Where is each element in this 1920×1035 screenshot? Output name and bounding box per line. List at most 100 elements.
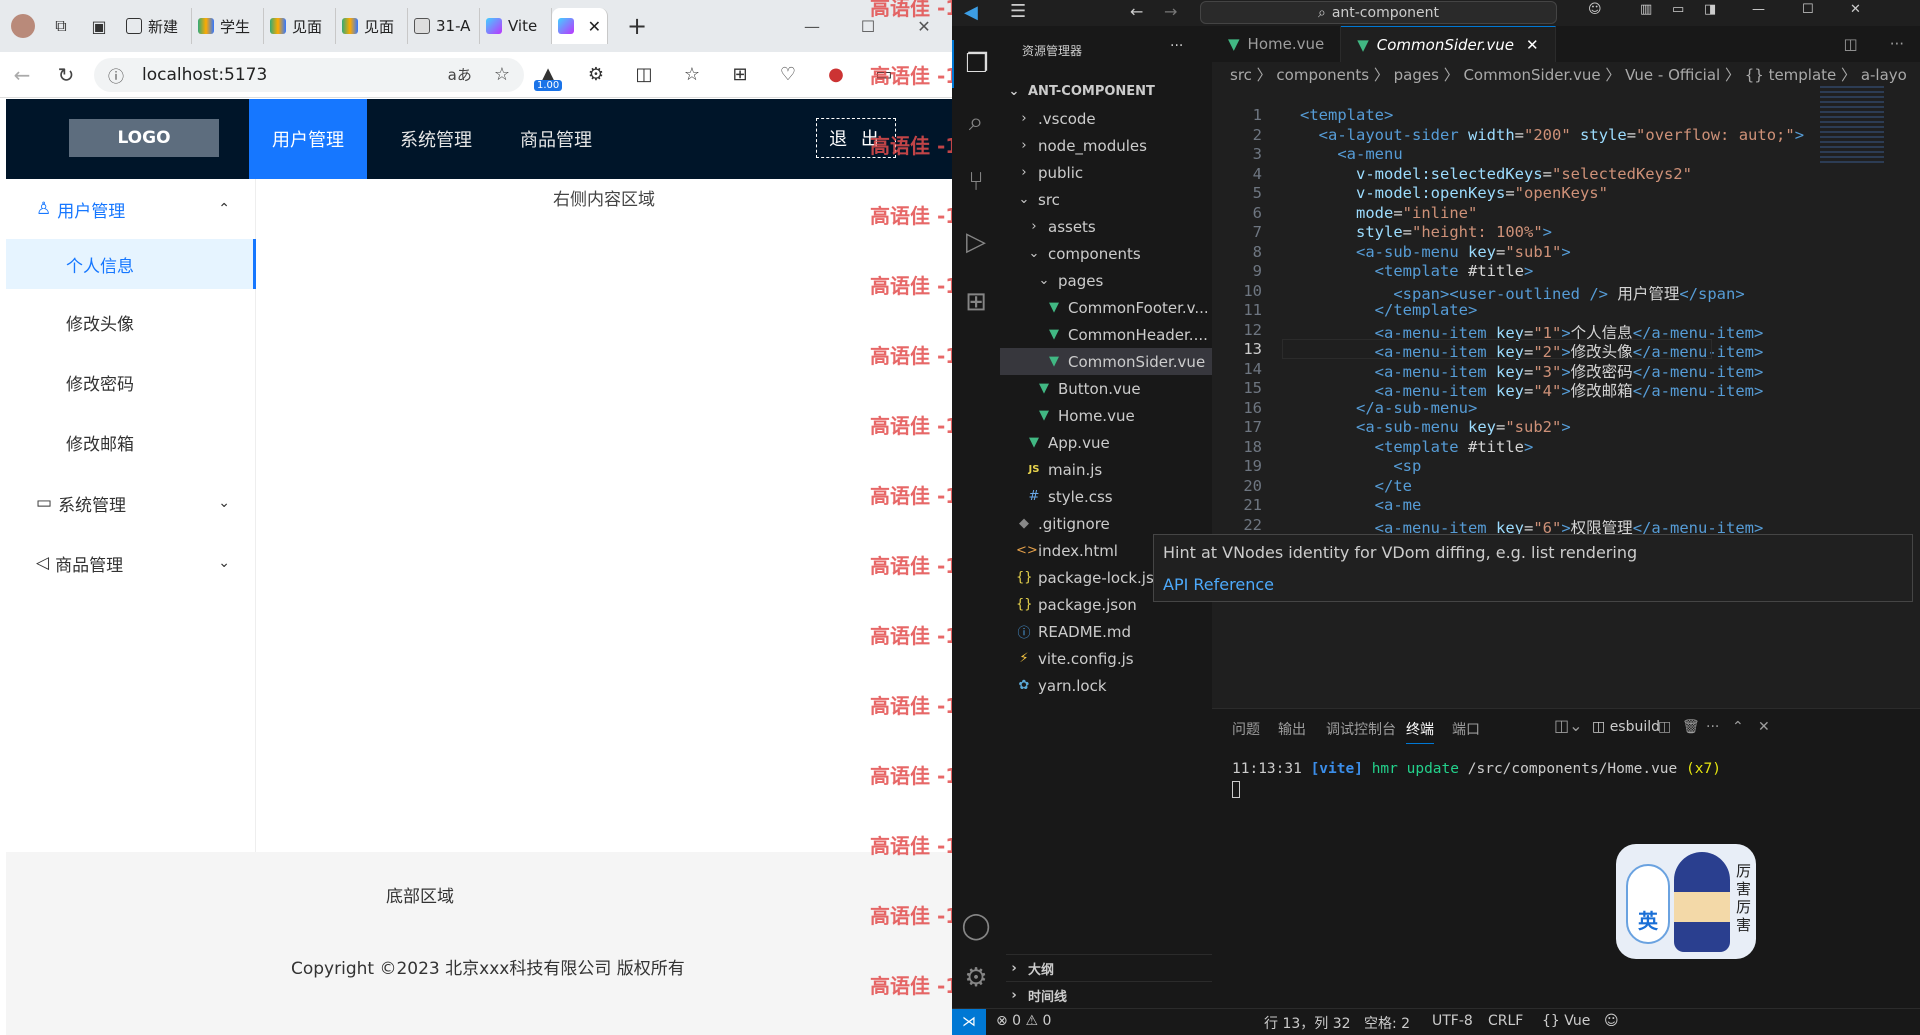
cursor-position[interactable]: 行 13，列 32 [1264,1013,1351,1033]
tree-folder[interactable]: › assets [1026,213,1095,240]
more-actions-icon[interactable]: ··· [1170,38,1183,54]
favorites-icon[interactable]: ☆ [668,64,716,85]
tree-folder[interactable]: › .vscode [1016,105,1095,132]
notification-icon[interactable]: ● [812,64,860,85]
account-icon[interactable]: ◯ [952,902,1000,950]
tree-folder[interactable]: ⌄ src [1016,186,1060,213]
tree-folder[interactable]: ⌄ components [1026,240,1141,267]
code-line[interactable]: </template> [1300,301,1478,319]
tree-file[interactable]: ▼ Button.vue [1036,375,1141,402]
split-terminal-icon[interactable]: ◫ [1658,719,1671,735]
code-line[interactable]: <a-sub-menu key="sub1"> [1300,243,1571,261]
menu-item-email[interactable]: 修改邮箱 [6,417,256,467]
minimize-icon[interactable]: — [1752,2,1765,17]
code-line[interactable]: <a-menu [1300,145,1402,163]
browser-tab[interactable]: 见面 [264,8,336,44]
profile-avatar[interactable] [8,11,38,41]
new-tab-icon[interactable]: + [622,11,652,41]
tab-home-vue[interactable]: ▼ Home.vue [1212,26,1342,62]
panel-icon[interactable]: ▭ [1672,2,1684,17]
tree-file[interactable]: ✿ yarn.lock [1016,672,1107,699]
line-ending[interactable]: CRLF [1488,1013,1523,1029]
api-reference-link[interactable]: API Reference [1163,575,1274,594]
url-field[interactable]: ⓘ localhost:5173 aあ ☆ [94,57,524,92]
run-debug-icon[interactable]: ▷ [952,218,1000,266]
tree-file[interactable]: ▼ App.vue [1026,429,1110,456]
workspaces-icon[interactable]: ⧉ [46,11,76,41]
favorite-star-icon[interactable]: ☆ [494,64,510,85]
code-line[interactable]: <a-me [1300,496,1422,514]
minimize-icon[interactable]: — [784,17,840,36]
collections-icon[interactable]: ⊞ [716,64,764,85]
search-icon[interactable]: ⌕ [952,98,1000,146]
menu-item-avatar[interactable]: 修改头像 [6,297,256,347]
command-center[interactable]: ⌕ ant-component [1200,1,1557,24]
browser-tab[interactable]: 学生 [192,8,264,44]
problems-count[interactable]: ⊗ 0 ⚠ 0 [996,1013,1051,1029]
split-editor-icon[interactable]: ◫ [1828,26,1874,62]
tree-folder[interactable]: › public [1016,159,1083,186]
tree-folder[interactable]: ⌄ pages [1036,267,1104,294]
extensions-icon[interactable]: ⊞ [952,278,1000,326]
indentation[interactable]: 空格: 2 [1364,1013,1410,1033]
encoding[interactable]: UTF-8 [1432,1013,1473,1029]
back-icon[interactable]: ← [1130,2,1143,21]
code-line[interactable]: v-model:openKeys="openKeys" [1300,184,1608,202]
mascot-widget[interactable]: 英 厉害厉害 [1616,844,1756,959]
menu-item-password[interactable]: 修改密码 [6,357,256,407]
tree-file[interactable]: JS main.js [1026,456,1103,483]
forward-icon[interactable]: → [1164,2,1177,21]
tree-file[interactable]: <> index.html [1016,537,1118,564]
submenu-system[interactable]: ▭ 系统管理 ⌄ [6,473,256,533]
tree-file[interactable]: ⓘ README.md [1016,618,1131,645]
code-line[interactable]: v-model:selectedKeys="selectedKeys2" [1300,165,1692,183]
read-aloud-icon[interactable]: aあ [448,64,472,85]
menu-item-profile[interactable]: 个人信息 [6,239,256,289]
copilot-icon[interactable]: ☺ [1588,2,1602,17]
sidebar-right-icon[interactable]: ◨ [1704,2,1716,17]
remote-icon[interactable]: ⋊ [952,1009,986,1035]
more-actions-icon[interactable]: ··· [1706,719,1719,735]
tab-terminal[interactable]: 终端 [1406,719,1434,744]
browser-tab[interactable]: 见面 [336,8,408,44]
submenu-goods[interactable]: ◁ 商品管理 ⌄ [6,533,256,593]
terminal-instance[interactable]: ◫ esbuild [1592,719,1660,735]
code-line[interactable]: style="height: 100%"> [1300,223,1552,241]
tree-file[interactable]: ⚡ vite.config.js [1016,645,1133,672]
tab-commonsider-vue[interactable]: ▼ CommonSider.vue ✕ [1341,26,1556,62]
project-root[interactable]: ⌄ ANT-COMPONENT [1006,78,1155,105]
tree-file-selected[interactable]: ▼ CommonSider.vue [1000,348,1212,375]
tree-folder[interactable]: › node_modules [1016,132,1147,159]
terminal-output[interactable]: 11:13:31 [vite] hmr update /src/componen… [1232,761,1721,777]
tree-file[interactable]: ▼ CommonFooter.v... [1046,294,1209,321]
tree-file[interactable]: ▼ CommonHeader.... [1046,321,1208,348]
minimap[interactable] [1820,86,1884,166]
refresh-icon[interactable]: ↻ [44,63,88,87]
trash-icon[interactable]: 🗑 [1682,719,1700,735]
tree-file[interactable]: # style.css [1026,483,1113,510]
breadcrumb[interactable]: src 〉 components 〉 pages 〉 CommonSider.v… [1212,62,1920,86]
settings-gear-icon[interactable]: ⚙ [952,954,1000,1002]
code-line[interactable]: <sp [1300,457,1421,475]
vertical-tabs-icon[interactable]: ▣ [84,11,114,41]
back-icon[interactable]: ← [0,63,44,87]
code-line[interactable]: mode="inline" [1300,204,1477,222]
browser-tab[interactable]: 新建 [120,8,192,44]
explorer-icon[interactable]: ❐ [952,40,1000,88]
extensions-icon[interactable]: ⚙ [572,64,620,85]
code-line[interactable]: </te [1300,477,1412,495]
close-panel-icon[interactable]: ✕ [1758,719,1770,735]
code-line[interactable]: <a-sub-menu key="sub2"> [1300,418,1571,436]
code-line[interactable]: <template #title> [1300,438,1534,456]
info-icon[interactable]: ⓘ [108,63,124,87]
code-line[interactable]: <a-layout-sider width="200" style="overf… [1300,126,1804,144]
layout-icon[interactable]: ▥ [1640,2,1652,17]
topnav-user[interactable]: 用户管理 [249,99,367,179]
terminal-split-icon[interactable]: ◫⌄ [1554,716,1583,735]
menu-icon[interactable]: ☰ [1010,1,1026,22]
maximize-panel-icon[interactable]: ⌃ [1732,719,1744,735]
more-actions-icon[interactable]: ··· [1874,26,1920,62]
tree-file[interactable]: {} package.json [1016,591,1137,618]
code-line[interactable]: <template #title> [1300,262,1534,280]
close-icon[interactable]: ✕ [588,17,601,36]
